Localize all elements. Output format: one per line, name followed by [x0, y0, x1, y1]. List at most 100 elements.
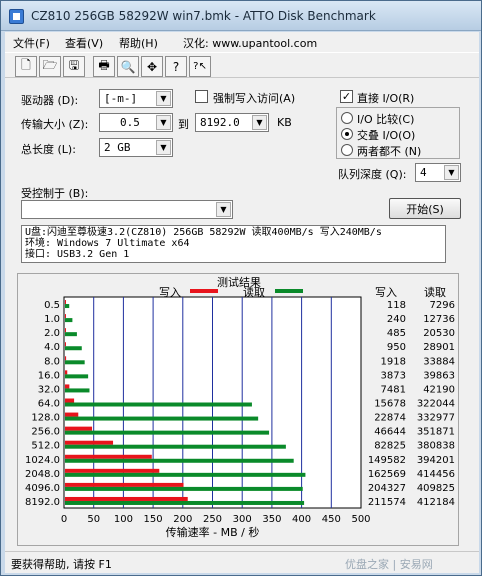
- write-value: 7481: [381, 384, 406, 395]
- read-value: 412184: [417, 497, 455, 508]
- app-window: CZ810 256GB 58292W win7.bmk - ATTO Disk …: [0, 0, 482, 576]
- move-icon[interactable]: ✥: [141, 56, 163, 77]
- transfer-from-value: 0.5: [120, 116, 140, 129]
- io-compare-radio[interactable]: [341, 112, 353, 124]
- drive-select[interactable]: [-m-] ▼: [99, 89, 173, 108]
- read-value: 394201: [417, 455, 455, 466]
- print-icon[interactable]: 🖶: [93, 56, 115, 77]
- write-value: 15678: [374, 399, 406, 410]
- main-panel: 🗋 🗁 🖫 🖶 🔍 ✥ ? ?↖ 驱动器 (D): [-m-] ▼ 强制写入访问…: [5, 52, 479, 551]
- write-bar: [65, 454, 152, 459]
- direct-io-label: 直接 I/O(R): [357, 92, 415, 105]
- transfer-size-label: 传输大小 (Z):: [21, 118, 89, 131]
- help-icon[interactable]: ?: [165, 56, 187, 77]
- write-bar: [65, 300, 66, 305]
- context-help-icon[interactable]: ?↖: [189, 56, 211, 77]
- description-line: U盘:闪迪至尊极速3.2(CZ810) 256GB 58292W 读取400MB…: [25, 227, 382, 238]
- total-length-value: 2 GB: [104, 141, 131, 154]
- x-tick-label: 300: [233, 514, 252, 525]
- read-value: 414456: [417, 469, 455, 480]
- write-bar: [65, 412, 79, 417]
- chevron-down-icon[interactable]: ▼: [252, 115, 267, 130]
- io-compare-label: I/O 比较(C): [357, 113, 415, 126]
- menu-bar: 文件(F) 查看(V) 帮助(H) 汉化: www.upantool.com: [5, 32, 479, 52]
- x-tick-label: 0: [61, 514, 67, 525]
- transfer-from-select[interactable]: 0.5 ▼: [99, 113, 173, 132]
- write-bar: [65, 384, 70, 389]
- chevron-down-icon[interactable]: ▼: [444, 165, 459, 180]
- read-value: 351871: [417, 427, 455, 438]
- read-value: 7296: [430, 300, 455, 311]
- y-tick-label: 32.0: [38, 384, 60, 395]
- y-tick-label: 16.0: [38, 370, 60, 381]
- watermark: 优盘之家 | 安易网: [345, 558, 433, 571]
- open-folder-icon[interactable]: 🗁: [39, 56, 61, 77]
- write-value: 485: [387, 328, 406, 339]
- to-label: 到: [178, 118, 189, 131]
- queue-depth-select[interactable]: 4 ▼: [415, 163, 461, 182]
- controlled-by-select[interactable]: ▼: [21, 200, 233, 219]
- table-header-read: 读取: [424, 285, 446, 299]
- y-tick-label: 8.0: [44, 356, 60, 367]
- chevron-down-icon[interactable]: ▼: [156, 91, 171, 106]
- write-value: 162569: [368, 469, 406, 480]
- force-write-checkbox[interactable]: [195, 90, 208, 103]
- chevron-down-icon[interactable]: ▼: [156, 140, 171, 155]
- description-box[interactable]: U盘:闪迪至尊极速3.2(CZ810) 256GB 58292W 读取400MB…: [21, 225, 446, 263]
- menu-help[interactable]: 帮助(H): [119, 35, 158, 51]
- read-bar: [65, 346, 82, 351]
- toolbar: 🗋 🗁 🖫 🖶 🔍 ✥ ? ?↖: [5, 52, 479, 78]
- read-value: 33884: [423, 356, 455, 367]
- menu-file[interactable]: 文件(F): [13, 35, 50, 51]
- write-bar: [65, 496, 188, 501]
- read-bar: [65, 444, 286, 449]
- neither-radio[interactable]: [341, 144, 353, 156]
- write-value: 118: [387, 300, 406, 311]
- read-value: 20530: [423, 328, 455, 339]
- save-icon[interactable]: 🖫: [63, 56, 85, 77]
- chevron-down-icon[interactable]: ▼: [156, 115, 171, 130]
- write-value: 211574: [368, 497, 406, 508]
- read-bar: [65, 402, 252, 407]
- read-bar: [65, 332, 77, 337]
- write-value: 240: [387, 314, 406, 325]
- write-value: 46644: [374, 427, 406, 438]
- menu-view[interactable]: 查看(V): [65, 35, 103, 51]
- y-tick-label: 2.0: [44, 328, 60, 339]
- transfer-to-select[interactable]: 8192.0 ▼: [195, 113, 269, 132]
- app-icon: [9, 9, 24, 24]
- overlapped-io-radio[interactable]: [341, 128, 353, 140]
- y-tick-label: 64.0: [38, 399, 60, 410]
- write-value: 950: [387, 342, 406, 353]
- y-tick-label: 1.0: [44, 314, 60, 325]
- chevron-down-icon[interactable]: ▼: [216, 202, 231, 217]
- new-file-icon[interactable]: 🗋: [15, 56, 37, 77]
- x-tick-label: 500: [351, 514, 370, 525]
- results-panel: 测试结果 写入 读取 0 50 100 150 200 250 300 350 400 450 500 传输…: [17, 273, 459, 546]
- write-bar: [65, 328, 66, 333]
- read-value: 409825: [417, 483, 455, 494]
- table-header-write: 写入: [375, 286, 397, 299]
- x-tick-label: 50: [87, 514, 100, 525]
- queue-depth-label: 队列深度 (Q):: [338, 168, 407, 181]
- direct-io-checkbox[interactable]: ✓: [340, 90, 353, 103]
- y-tick-label: 2048.0: [25, 469, 60, 480]
- total-length-select[interactable]: 2 GB ▼: [99, 138, 173, 157]
- x-tick-label: 400: [292, 514, 311, 525]
- start-button[interactable]: 开始(S): [389, 198, 461, 219]
- write-value: 82825: [374, 441, 406, 452]
- write-bar: [65, 440, 114, 445]
- write-bar: [65, 370, 68, 375]
- print-preview-icon[interactable]: 🔍: [117, 56, 139, 77]
- read-bar: [65, 472, 306, 477]
- read-value: 322044: [417, 399, 455, 410]
- y-tick-label: 8192.0: [25, 497, 60, 508]
- drive-value: [-m-]: [104, 92, 138, 105]
- drive-label: 驱动器 (D):: [21, 94, 79, 107]
- y-tick-label: 512.0: [31, 441, 60, 452]
- y-tick-label: 0.5: [44, 300, 60, 311]
- menu-localization-link[interactable]: 汉化: www.upantool.com: [183, 35, 317, 51]
- title-bar[interactable]: CZ810 256GB 58292W win7.bmk - ATTO Disk …: [1, 1, 481, 31]
- x-tick-label: 450: [322, 514, 341, 525]
- x-tick-label: 200: [173, 514, 192, 525]
